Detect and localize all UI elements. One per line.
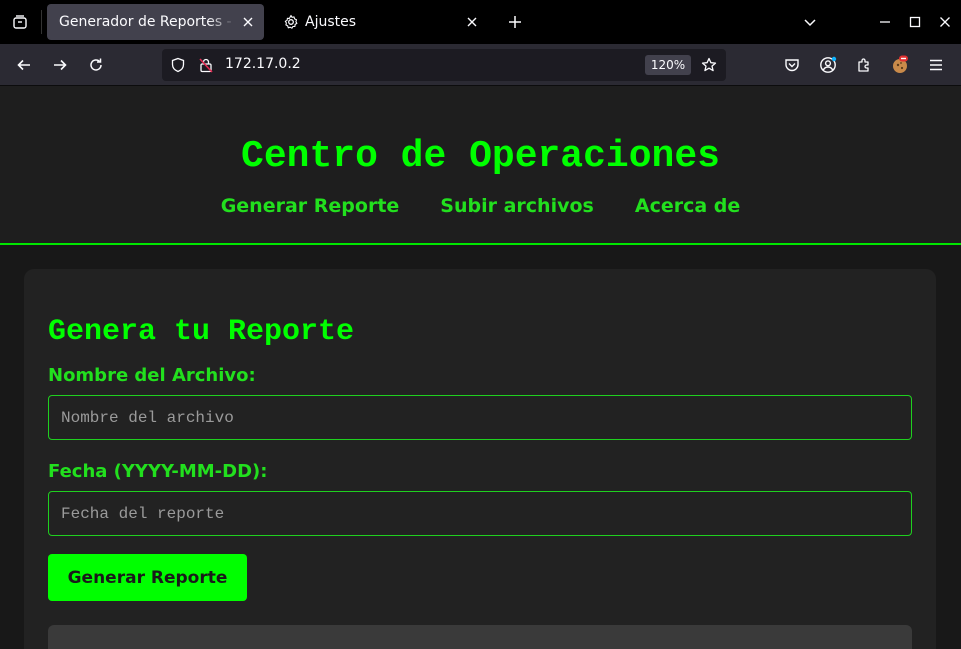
insecure-lock-icon[interactable] xyxy=(198,57,214,73)
tab-generador-de-reportes[interactable]: Generador de Reportes - Centro de Operac… xyxy=(47,4,264,40)
maximize-icon[interactable] xyxy=(903,10,927,34)
gear-icon xyxy=(283,14,299,30)
pocket-icon[interactable] xyxy=(780,53,804,77)
nav-link-generar-reporte[interactable]: Generar Reporte xyxy=(221,194,400,218)
address-bar[interactable]: 172.17.0.2 120% xyxy=(162,49,726,81)
generate-report-button[interactable]: Generar Reporte xyxy=(48,554,247,601)
reload-icon[interactable] xyxy=(84,53,108,77)
tab-ajustes[interactable]: Ajustes xyxy=(271,4,488,40)
tab-separator xyxy=(41,10,42,34)
chevron-down-icon[interactable] xyxy=(798,10,822,34)
extension-cookie-icon[interactable] xyxy=(888,53,912,77)
browser-toolbar: 172.17.0.2 120% xyxy=(0,44,961,86)
nav-link-acerca-de[interactable]: Acerca de xyxy=(635,194,740,218)
bookmark-star-icon[interactable] xyxy=(699,55,719,75)
site-nav: Generar Reporte Subir archivos Acerca de xyxy=(0,194,961,218)
nav-link-subir-archivos[interactable]: Subir archivos xyxy=(440,194,594,218)
report-form-card: Genera tu Reporte Nombre del Archivo: Fe… xyxy=(24,269,936,649)
zoom-level-badge[interactable]: 120% xyxy=(645,55,691,75)
date-label: Fecha (YYYY-MM-DD): xyxy=(48,461,268,482)
tab-title: Generador de Reportes - Centro de Operac… xyxy=(59,14,236,30)
extensions-icon[interactable] xyxy=(852,53,876,77)
form-heading: Genera tu Reporte xyxy=(48,315,355,349)
minimize-icon[interactable] xyxy=(873,10,897,34)
new-tab-button[interactable] xyxy=(503,10,527,34)
back-arrow-icon[interactable] xyxy=(12,53,36,77)
site-title: Centro de Operaciones xyxy=(241,135,720,178)
account-icon[interactable] xyxy=(816,53,840,77)
forward-arrow-icon[interactable] xyxy=(48,53,72,77)
close-icon[interactable] xyxy=(460,10,484,34)
filename-input[interactable] xyxy=(48,395,912,440)
close-icon[interactable] xyxy=(236,10,260,34)
site-header: Centro de Operaciones Generar Reporte Su… xyxy=(0,86,961,245)
tab-title: Ajustes xyxy=(305,14,357,30)
browser-tab-strip: Generador de Reportes - Centro de Operac… xyxy=(0,0,961,44)
tab-list-icon[interactable] xyxy=(8,10,32,34)
hamburger-menu-icon[interactable] xyxy=(924,53,948,77)
filename-label: Nombre del Archivo: xyxy=(48,365,256,386)
report-output-box xyxy=(48,625,912,649)
close-window-icon[interactable] xyxy=(933,10,957,34)
url-text: 172.17.0.2 xyxy=(225,56,301,72)
shield-icon[interactable] xyxy=(170,57,186,73)
page-viewport: Centro de Operaciones Generar Reporte Su… xyxy=(0,86,961,649)
date-input[interactable] xyxy=(48,491,912,536)
